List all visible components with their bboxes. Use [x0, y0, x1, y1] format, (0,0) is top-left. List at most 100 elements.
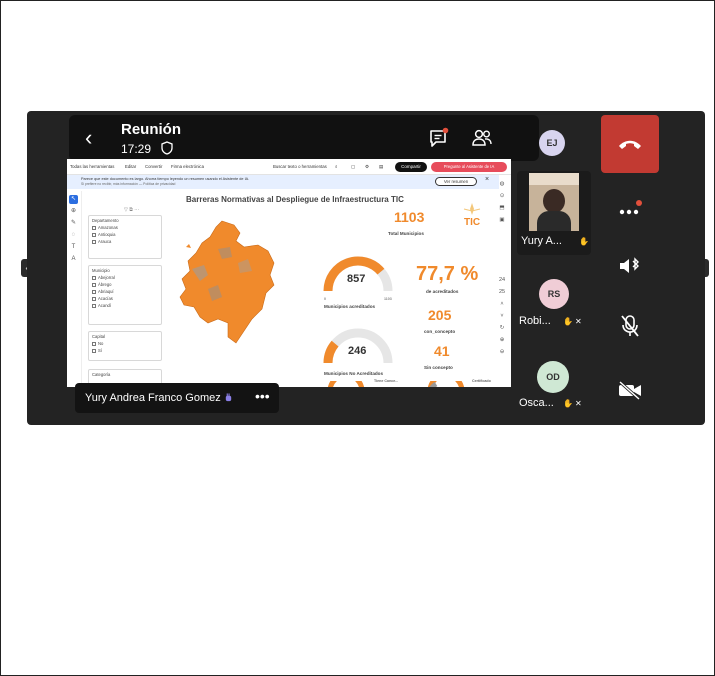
- pen-tool-icon[interactable]: ✎: [69, 219, 78, 228]
- page-frame: ‹ › ‹ Reunión 17:29: [0, 0, 715, 676]
- mute-button[interactable]: [601, 297, 659, 355]
- colombia-map: [179, 220, 275, 344]
- ask-ai-button[interactable]: Pregunte al Asistente de IA: [431, 162, 507, 172]
- hangup-button[interactable]: [601, 115, 659, 173]
- filter-option[interactable]: Acandí: [92, 303, 158, 308]
- meeting-window: ‹ Reunión 17:29 Todas las herramientas E…: [27, 111, 705, 425]
- bottom-label: Certificado: [472, 379, 491, 383]
- hand-raise-icon: ✋: [579, 237, 589, 246]
- camera-off-icon: [618, 380, 641, 400]
- more-options-icon[interactable]: •••: [255, 388, 270, 404]
- mic-off-icon: [621, 315, 639, 337]
- dashboard-report: Barreras Normativas al Despliegue de Inf…: [81, 191, 491, 387]
- kpi-con-concepto-label: con_concepto: [424, 329, 456, 334]
- tool-icon[interactable]: ⬒: [497, 203, 507, 213]
- kpi-total-value: 1103: [394, 209, 425, 225]
- print-icon[interactable]: ▤: [379, 164, 383, 170]
- filter-option[interactable]: Sí: [92, 348, 158, 353]
- active-speaker-label: Yury Andrea Franco Gomez •••: [75, 383, 279, 413]
- kpi-con-concepto-value: 205: [428, 307, 452, 323]
- audio-output-button[interactable]: [601, 237, 659, 295]
- filter-option[interactable]: Arauca: [92, 239, 158, 244]
- filter-title: Municipio: [92, 268, 110, 273]
- hand-raise-icon: ✋: [563, 399, 573, 408]
- filter-option[interactable]: Abejorral: [92, 275, 158, 280]
- participant-name: Robi...: [519, 315, 551, 327]
- bottom-donut-right: [428, 381, 464, 387]
- meeting-title: Reunión: [121, 121, 181, 138]
- view-summary-button[interactable]: Ver resumen: [435, 177, 477, 186]
- tool-icon[interactable]: ◍: [497, 179, 507, 189]
- page-number: 24: [498, 277, 506, 283]
- filter-option[interactable]: Acacías: [92, 296, 158, 301]
- search-icon[interactable]: ⌕: [335, 164, 337, 169]
- tool-icon[interactable]: ▣: [497, 215, 507, 225]
- refresh-icon[interactable]: ↻: [497, 323, 507, 333]
- zoom-out-icon[interactable]: ⊖: [497, 347, 507, 357]
- kpi-acreditados-label: Municipios acreditados: [324, 304, 376, 309]
- page-number: 25: [498, 289, 506, 295]
- participants-panel: EJ Yury A... ✋ RS Robi... ✋ ✕ OD Osca...…: [513, 111, 593, 425]
- gauge-acreditados: [323, 256, 393, 292]
- bottom-donut-left: [328, 381, 364, 387]
- page-icon[interactable]: ▢: [351, 164, 355, 170]
- notice-text: Parece que este documento es largo. Ahor…: [81, 177, 250, 181]
- text-tool-icon[interactable]: T: [69, 243, 78, 252]
- bottom-label: Tiene Conce...: [374, 379, 399, 383]
- toolbar-edit[interactable]: Editar: [125, 164, 136, 169]
- back-icon[interactable]: ‹: [85, 125, 103, 151]
- filter-option[interactable]: Abriaquí: [92, 289, 158, 294]
- filter-title: Categoría: [92, 372, 111, 377]
- kpi-sin-concepto-value: 41: [434, 343, 450, 359]
- page-down-icon[interactable]: ˅: [497, 311, 507, 321]
- share-button[interactable]: Compartir: [395, 162, 427, 172]
- toolbar-convert[interactable]: Convertir: [145, 164, 162, 169]
- page-up-icon[interactable]: ˄: [497, 299, 507, 309]
- ai-notice-banner: Parece que este documento es largo. Ahor…: [67, 175, 499, 189]
- filter-option[interactable]: Antioquia: [92, 232, 158, 237]
- report-title: Barreras Normativas al Despliegue de Inf…: [186, 195, 404, 204]
- right-toolbar: ◍ ⊙ ⬒ ▣ 24 25 ˄ ˅ ↻ ⊕ ⊖: [497, 179, 509, 385]
- toolbar-all-tools[interactable]: Todas las herramientas: [70, 164, 114, 169]
- gauge-fill: [323, 340, 339, 364]
- filter-option[interactable]: Amazonas: [92, 225, 158, 230]
- toolbar-esign[interactable]: Firma electrónica: [171, 164, 204, 169]
- chat-icon[interactable]: [427, 127, 449, 149]
- kpi-percent-value: 77,7 %: [416, 263, 479, 285]
- camera-button[interactable]: [601, 361, 659, 419]
- more-button[interactable]: [601, 179, 659, 237]
- meeting-time: 17:29: [121, 142, 152, 156]
- filter-capital[interactable]: Capital No Sí: [88, 331, 162, 361]
- filter-option[interactable]: No: [92, 341, 158, 346]
- avatar[interactable]: OD: [537, 361, 569, 393]
- stamp-tool-icon[interactable]: A: [69, 255, 78, 264]
- speaker-name: Yury Andrea Franco Gomez: [85, 392, 221, 404]
- close-icon[interactable]: ×: [485, 176, 489, 183]
- kpi-sin-concepto-label: Sin concepto: [424, 365, 453, 370]
- shared-screen: Todas las herramientas Editar Convertir …: [67, 159, 511, 387]
- avatar[interactable]: EJ: [539, 130, 565, 156]
- participant-tile-yury[interactable]: Yury A... ✋: [517, 171, 591, 255]
- avatar[interactable]: RS: [539, 279, 569, 309]
- gauge-min-label: 0: [324, 297, 326, 301]
- gauge-max-label: 1103: [384, 297, 392, 301]
- settings-icon[interactable]: ⚙: [365, 164, 369, 170]
- toolbar-search[interactable]: Buscar texto o herramientas: [273, 164, 327, 169]
- lasso-tool-icon[interactable]: ◌: [69, 231, 78, 240]
- people-icon[interactable]: [471, 127, 493, 149]
- filter-municipio[interactable]: Municipio Abejorral Ábrego Abriaquí Acac…: [88, 265, 162, 325]
- tic-logo: TIC: [456, 201, 488, 241]
- filter-departamento[interactable]: Departamento Amazonas Antioquia Arauca: [88, 215, 162, 259]
- kpi-acreditados-value: 857: [347, 273, 366, 285]
- filter-tools-icon[interactable]: ▽ ⧉ ···: [124, 207, 139, 213]
- participant-name: Osca...: [519, 397, 554, 409]
- filter-option[interactable]: Ábrego: [92, 282, 158, 287]
- mic-off-icon: ✕: [575, 317, 582, 326]
- zoom-in-icon[interactable]: ⊕: [497, 335, 507, 345]
- gauge-no-acreditados: [323, 328, 393, 364]
- zoom-tool-icon[interactable]: ⊕: [69, 207, 78, 216]
- tool-icon[interactable]: ⊙: [497, 191, 507, 201]
- select-tool-icon[interactable]: ↖: [69, 195, 78, 204]
- kpi-no-acreditados-label: Municipios No Acreditados: [324, 371, 384, 376]
- filter-title: Departamento: [92, 218, 119, 223]
